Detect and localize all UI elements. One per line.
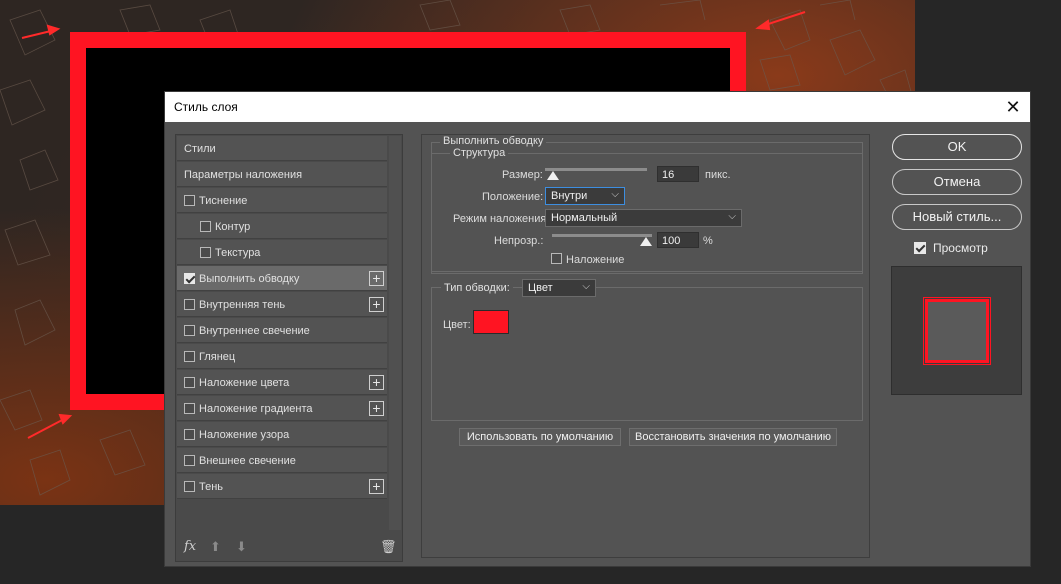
- opacity-field[interactable]: 100: [657, 232, 699, 248]
- chevron-down-icon: ⌵: [582, 281, 590, 292]
- style-list-item[interactable]: Глянец: [177, 344, 387, 369]
- style-checkbox[interactable]: [184, 429, 195, 440]
- chevron-down-icon: ⌵: [728, 211, 736, 222]
- layer-style-dialog: Стиль слоя ✕ Стили Параметры наложения Тис…: [164, 91, 1031, 567]
- dialog-titlebar[interactable]: Стиль слоя ✕: [165, 92, 1030, 122]
- style-list-item-label: Внешнее свечение: [199, 455, 296, 467]
- style-list-scrollbar[interactable]: [389, 136, 401, 530]
- size-slider-track[interactable]: [545, 168, 647, 171]
- style-checkbox[interactable]: [184, 481, 195, 492]
- dialog-title: Стиль слоя: [174, 100, 238, 114]
- new-style-button[interactable]: Новый стиль...: [892, 204, 1022, 230]
- style-list-toolbar: fx ⬆ ⬇ 🗑: [176, 531, 402, 561]
- style-list-item[interactable]: Выполнить обводку +: [177, 266, 387, 291]
- style-list-item-label: Наложение узора: [199, 429, 290, 441]
- stroke-group-title: Выполнить обводку: [440, 135, 547, 147]
- opacity-slider-thumb[interactable]: [640, 237, 652, 246]
- style-list-item[interactable]: Наложение цвета +: [177, 370, 387, 395]
- chevron-down-icon: ⌵: [611, 189, 619, 200]
- add-instance-icon[interactable]: +: [369, 479, 384, 494]
- style-list-item-label: Стили: [184, 143, 216, 155]
- color-label: Цвет:: [443, 319, 471, 331]
- style-preview: [891, 266, 1022, 395]
- overprint-label: Наложение: [566, 254, 625, 266]
- style-list-item-label: Наложение градиента: [199, 403, 313, 415]
- opacity-slider-track[interactable]: [552, 234, 652, 237]
- style-checkbox[interactable]: [200, 247, 211, 258]
- add-instance-icon[interactable]: +: [369, 271, 384, 286]
- style-list-item[interactable]: Внутреннее свечение: [177, 318, 387, 343]
- style-checkbox[interactable]: [184, 195, 195, 206]
- size-label: Размер:: [502, 169, 543, 181]
- position-value: Внутри: [551, 190, 588, 202]
- style-list-item-label: Глянец: [199, 351, 236, 363]
- style-list-item-label: Тень: [199, 481, 224, 493]
- style-list-item-label: Внутреннее свечение: [199, 325, 310, 337]
- style-checkbox[interactable]: [184, 351, 195, 362]
- style-checkbox[interactable]: [184, 377, 195, 388]
- opacity-unit-label: %: [703, 235, 713, 247]
- style-list-item-label: Текстура: [215, 247, 261, 259]
- style-list-item[interactable]: Внешнее свечение: [177, 448, 387, 473]
- trash-icon[interactable]: 🗑: [380, 539, 397, 555]
- size-unit-label: пикс.: [705, 169, 731, 181]
- add-instance-icon[interactable]: +: [369, 401, 384, 416]
- blend-mode-label: Режим наложения:: [453, 213, 550, 225]
- position-label: Положение:: [482, 191, 544, 203]
- structure-group: Структура Размер: 16 пикс. Положение: Вн…: [431, 147, 863, 274]
- fill-type-group: Тип обводки: Цвет ⌵ Цвет:: [431, 279, 863, 421]
- style-list-item[interactable]: Внутренняя тень +: [177, 292, 387, 317]
- style-list-item-label: Наложение цвета: [199, 377, 290, 389]
- style-checkbox[interactable]: [184, 325, 195, 336]
- style-list-item[interactable]: Тиснение: [177, 188, 387, 213]
- style-list-item[interactable]: Текстура: [177, 240, 387, 265]
- style-checkbox[interactable]: [184, 299, 195, 310]
- style-list: Стили Параметры наложения Тиснение Контур Те…: [175, 134, 403, 562]
- add-instance-icon[interactable]: +: [369, 375, 384, 390]
- close-icon[interactable]: ✕: [1002, 96, 1024, 118]
- position-dropdown[interactable]: Внутри ⌵: [545, 187, 625, 205]
- cancel-button[interactable]: Отмена: [892, 169, 1022, 195]
- style-list-item[interactable]: Наложение градиента +: [177, 396, 387, 421]
- overprint-checkbox[interactable]: [551, 253, 562, 264]
- style-list-item[interactable]: Стили: [177, 136, 387, 161]
- fx-icon[interactable]: fx: [184, 539, 196, 554]
- style-checkbox[interactable]: [200, 221, 211, 232]
- style-list-item-label: Внутренняя тень: [199, 299, 286, 311]
- style-list-item-label: Контур: [215, 221, 251, 233]
- fill-type-value: Цвет: [528, 282, 553, 294]
- stroke-settings-panel: Выполнить обводку Структура Размер: 16 п…: [421, 134, 870, 558]
- blend-mode-dropdown[interactable]: Нормальный ⌵: [545, 209, 742, 227]
- blend-mode-value: Нормальный: [551, 212, 618, 224]
- reset-default-button[interactable]: Восстановить значения по умолчанию: [629, 428, 837, 446]
- move-up-icon[interactable]: ⬆: [210, 539, 221, 555]
- structure-group-title: Структура: [450, 147, 509, 159]
- style-list-item[interactable]: Наложение узора: [177, 422, 387, 447]
- add-instance-icon[interactable]: +: [369, 297, 384, 312]
- style-checkbox[interactable]: [184, 273, 195, 284]
- style-list-item-label: Тиснение: [199, 195, 248, 207]
- ok-button[interactable]: OK: [892, 134, 1022, 160]
- size-field[interactable]: 16: [657, 166, 699, 182]
- style-list-item[interactable]: Параметры наложения: [177, 162, 387, 187]
- preview-thumbnail: [923, 297, 991, 365]
- style-list-item[interactable]: Контур: [177, 214, 387, 239]
- size-slider-thumb[interactable]: [547, 171, 559, 180]
- fill-type-dropdown[interactable]: Цвет ⌵: [522, 279, 596, 297]
- color-swatch[interactable]: [473, 310, 509, 334]
- style-checkbox[interactable]: [184, 403, 195, 414]
- move-down-icon[interactable]: ⬇: [236, 539, 247, 555]
- opacity-label: Непрозр.:: [494, 235, 544, 247]
- make-default-button[interactable]: Использовать по умолчанию: [459, 428, 621, 446]
- style-list-item[interactable]: Тень +: [177, 474, 387, 499]
- stroke-group: Выполнить обводку Структура Размер: 16 п…: [431, 135, 863, 274]
- style-checkbox[interactable]: [184, 455, 195, 466]
- preview-checkbox[interactable]: [914, 242, 926, 254]
- preview-label: Просмотр: [933, 241, 988, 255]
- fill-type-label: Тип обводки:: [441, 282, 513, 294]
- style-list-item-label: Параметры наложения: [184, 169, 303, 181]
- style-list-item-label: Выполнить обводку: [199, 273, 300, 285]
